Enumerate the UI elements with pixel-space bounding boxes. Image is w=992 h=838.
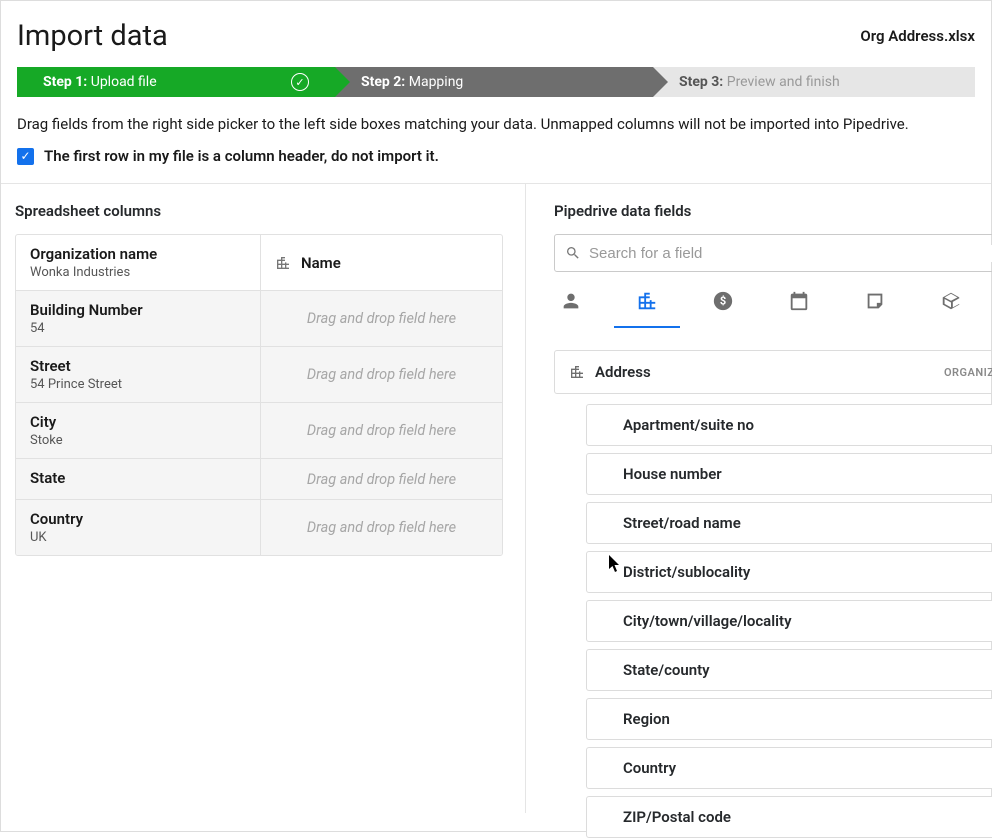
mapped-field-name: Name (301, 254, 341, 272)
spreadsheet-columns-table: Organization name Wonka Industries Name … (15, 234, 503, 556)
tab-activity[interactable] (784, 290, 814, 326)
field-category-tabs: $ (554, 290, 992, 336)
field-item-state[interactable]: State/county (586, 649, 992, 691)
step-2-prefix: Step 2: (361, 74, 405, 90)
step-1-prefix: Step 1: (43, 74, 87, 90)
step-2[interactable]: Step 2: Mapping (335, 67, 653, 97)
data-fields-title: Pipedrive data fields (554, 202, 992, 220)
mapping-dropzone[interactable]: Drag and drop field here (260, 403, 502, 458)
mapping-dropzone[interactable]: Drag and drop field here (260, 291, 502, 346)
column-sample: Wonka Industries (30, 265, 246, 280)
field-group-badge: ORGANIZATION (944, 366, 992, 379)
table-row: State Drag and drop field here (16, 459, 502, 500)
column-sample: 54 Prince Street (30, 377, 246, 392)
check-icon: ✓ (291, 73, 309, 91)
tab-deal[interactable]: $ (708, 290, 738, 326)
column-name: Country (30, 510, 246, 528)
mapping-dropzone[interactable]: Drag and drop field here (260, 459, 502, 499)
field-item-country[interactable]: Country (586, 747, 992, 789)
instructions-text: Drag fields from the right side picker t… (1, 97, 991, 137)
table-row: Country UK Drag and drop field here (16, 500, 502, 555)
deal-icon: $ (712, 290, 734, 312)
column-name: Organization name (30, 245, 246, 263)
field-item-street-road[interactable]: Street/road name (586, 502, 992, 544)
table-row: Organization name Wonka Industries Name (16, 235, 502, 291)
search-icon (565, 245, 581, 261)
tab-note[interactable] (860, 290, 890, 326)
spreadsheet-columns-title: Spreadsheet columns (15, 202, 511, 220)
mapping-dropzone[interactable]: Name (260, 235, 502, 290)
stepper: Step 1: Upload file ✓ Step 2: Mapping St… (17, 67, 975, 97)
column-sample: Stoke (30, 433, 246, 448)
search-field-container[interactable] (554, 234, 992, 272)
note-icon (864, 290, 886, 312)
field-group-title: Address (595, 363, 651, 381)
field-item-district[interactable]: District/sublocality (586, 551, 992, 593)
table-row: City Stoke Drag and drop field here (16, 403, 502, 459)
step-3-prefix: Step 3: (679, 74, 723, 90)
search-input[interactable] (589, 245, 992, 262)
table-row: Building Number 54 Drag and drop field h… (16, 291, 502, 347)
field-item-city[interactable]: City/town/village/locality (586, 600, 992, 642)
step-3[interactable]: Step 3: Preview and finish (653, 67, 975, 97)
drop-placeholder: Drag and drop field here (307, 310, 456, 327)
mapping-dropzone[interactable]: Drag and drop field here (260, 500, 502, 555)
table-row: Street 54 Prince Street Drag and drop fi… (16, 347, 502, 403)
field-item-apartment-suite[interactable]: Apartment/suite no (586, 404, 992, 446)
page-title: Import data (17, 19, 168, 53)
organization-icon (636, 290, 658, 312)
header-row-checkbox-label: The first row in my file is a column hea… (44, 147, 439, 165)
column-name: City (30, 413, 246, 431)
column-name: State (30, 469, 246, 487)
column-sample: UK (30, 530, 246, 545)
organization-icon (569, 364, 585, 380)
calendar-icon (788, 290, 810, 312)
drop-placeholder: Drag and drop field here (307, 422, 456, 439)
tab-person[interactable] (556, 290, 586, 326)
field-item-region[interactable]: Region (586, 698, 992, 740)
organization-icon (275, 255, 291, 271)
svg-text:$: $ (720, 295, 726, 308)
column-sample: 54 (30, 321, 246, 336)
mapping-dropzone[interactable]: Drag and drop field here (260, 347, 502, 402)
header-row-checkbox[interactable]: ✓ (17, 148, 34, 165)
drop-placeholder: Drag and drop field here (307, 519, 456, 536)
column-name: Building Number (30, 301, 246, 319)
field-item-house-number[interactable]: House number (586, 453, 992, 495)
step-1[interactable]: Step 1: Upload file ✓ (17, 67, 335, 97)
drop-placeholder: Drag and drop field here (307, 366, 456, 383)
tab-product[interactable] (936, 290, 966, 326)
step-2-label: Mapping (409, 74, 464, 90)
column-name: Street (30, 357, 246, 375)
product-icon (940, 290, 962, 312)
field-list: Apartment/suite no House number Street/r… (554, 404, 992, 838)
drop-placeholder: Drag and drop field here (307, 471, 456, 488)
field-group-address: Address ORGANIZATION (554, 350, 992, 394)
import-filename: Org Address.xlsx (860, 27, 975, 45)
tab-organization[interactable] (632, 290, 662, 326)
person-icon (560, 290, 582, 312)
step-3-label: Preview and finish (727, 74, 840, 90)
step-1-label: Upload file (91, 74, 157, 90)
